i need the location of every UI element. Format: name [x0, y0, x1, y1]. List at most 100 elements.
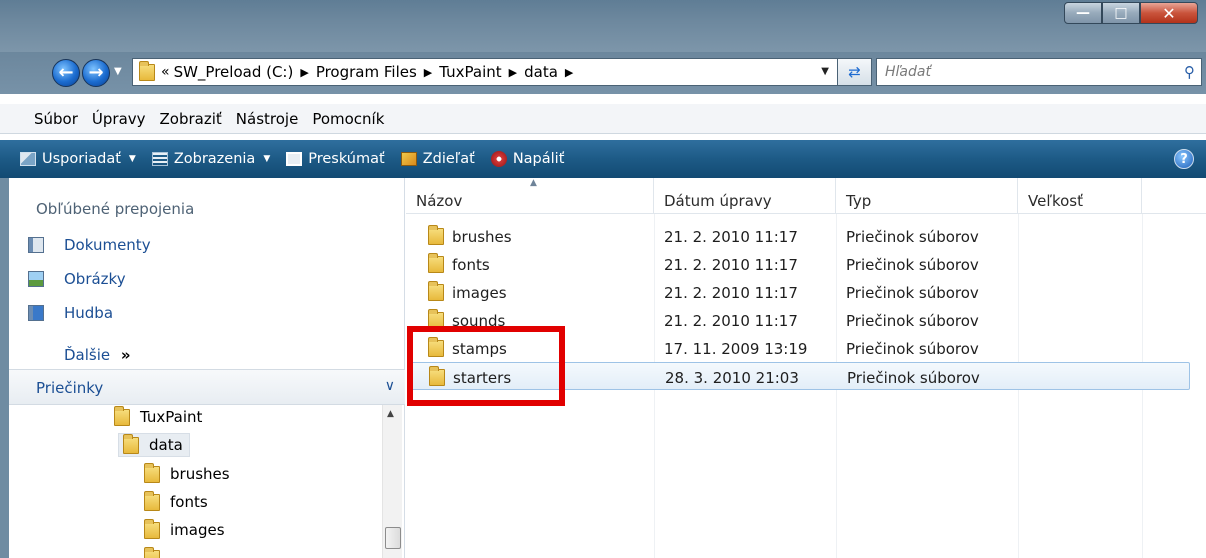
file-modified: 21. 2. 2010 11:17 [664, 228, 798, 246]
folders-header-label: Priečinky [36, 379, 104, 397]
file-row-stamps[interactable]: stamps 17. 11. 2009 13:19 Priečinok súbo… [410, 334, 1190, 362]
window-border [0, 178, 9, 558]
folder-icon [144, 490, 160, 511]
breadcrumb-data[interactable]: data [524, 63, 558, 81]
favorite-pictures[interactable]: Obrázky [28, 270, 126, 288]
file-row-sounds[interactable]: sounds 21. 2. 2010 11:17 Priečinok súbor… [410, 306, 1190, 334]
breadcrumb-drive[interactable]: SW_Preload (C:) [174, 63, 294, 81]
breadcrumb-separator-icon[interactable]: ▶ [300, 66, 308, 79]
menu-edit[interactable]: Úpravy [92, 110, 146, 128]
tree-item-label: brushes [170, 465, 230, 483]
chevron-down-icon: ▼ [263, 154, 271, 164]
folder-icon [139, 60, 155, 81]
tree-item-brushes[interactable]: brushes [144, 462, 230, 483]
column-name-label: Názov [416, 192, 463, 210]
close-button[interactable]: ✕ [1140, 2, 1198, 24]
column-size-label: Veľkosť [1028, 192, 1083, 210]
breadcrumb-tuxpaint[interactable]: TuxPaint [439, 63, 501, 81]
forward-button[interactable]: → [82, 59, 110, 87]
column-modified[interactable]: Dátum úpravy [654, 178, 836, 214]
favorite-pictures-label: Obrázky [64, 270, 126, 288]
favorite-music[interactable]: Hudba [28, 304, 113, 322]
menu-file[interactable]: Súbor [34, 110, 78, 128]
scroll-up-icon[interactable]: ▲ [387, 409, 394, 419]
search-icon[interactable]: ⚲ [1184, 63, 1195, 81]
burn-disc-icon [490, 151, 507, 167]
breadcrumb-separator-icon[interactable]: ▶ [509, 66, 517, 79]
file-row-starters[interactable]: starters 28. 3. 2010 21:03 Priečinok súb… [410, 362, 1190, 390]
breadcrumb: « SW_Preload (C:) ▶ Program Files ▶ TuxP… [161, 63, 580, 81]
menu-help[interactable]: Pomocník [312, 110, 384, 128]
help-icon[interactable]: ? [1174, 149, 1194, 169]
file-type: Priečinok súborov [846, 284, 979, 302]
sort-ascending-icon: ▲ [530, 178, 537, 188]
minimize-button[interactable]: — [1064, 2, 1102, 24]
tree-item-label: TuxPaint [140, 408, 203, 426]
favorite-links-header: Obľúbené prepojenia [36, 200, 195, 218]
share-label: Zdieľať [422, 151, 475, 167]
address-bar[interactable]: « SW_Preload (C:) ▶ Program Files ▶ TuxP… [132, 58, 838, 86]
column-size[interactable]: Veľkosť [1018, 178, 1142, 214]
tree-item-label: images [170, 521, 225, 539]
file-type: Priečinok súborov [846, 228, 979, 246]
tree-item-label: data [149, 436, 183, 454]
scrollbar-thumb[interactable] [385, 527, 401, 549]
maximize-button[interactable]: □ [1102, 2, 1140, 24]
arrow-right-icon: → [88, 62, 104, 83]
breadcrumb-overflow[interactable]: « [161, 64, 170, 80]
organize-button[interactable]: Usporiadať ▼ [20, 151, 136, 167]
explore-button[interactable]: Preskúmať [286, 151, 385, 167]
breadcrumb-separator-icon[interactable]: ▶ [565, 66, 573, 79]
tree-item-label: fonts [170, 493, 208, 511]
chevron-down-icon: ∨ [384, 378, 395, 394]
refresh-icon: ⇄ [848, 63, 861, 81]
menu-view[interactable]: Zobraziť [160, 110, 222, 128]
chevron-down-icon: ▼ [128, 154, 136, 164]
file-row-brushes[interactable]: brushes 21. 2. 2010 11:17 Priečinok súbo… [410, 222, 1190, 250]
tree-item-images[interactable]: images [144, 518, 225, 539]
tree-item-partial[interactable] [144, 547, 170, 558]
menu-bar: Súbor Úpravy Zobraziť Nástroje Pomocník [0, 104, 1206, 134]
file-modified: 17. 11. 2009 13:19 [664, 340, 808, 358]
burn-button[interactable]: Napáliť [490, 151, 564, 167]
column-name[interactable]: Názov ▲ [406, 178, 654, 214]
file-name: sounds [452, 312, 506, 330]
folders-header[interactable]: Priečinky ∨ [9, 369, 405, 405]
views-button[interactable]: Zobrazenia ▼ [151, 151, 271, 167]
column-headers: Názov ▲ Dátum úpravy Typ Veľkosť [406, 178, 1206, 214]
file-type: Priečinok súborov [846, 312, 979, 330]
breadcrumb-program-files[interactable]: Program Files [316, 63, 417, 81]
tree-item-fonts[interactable]: fonts [144, 490, 208, 511]
search-box: ⚲ [876, 58, 1202, 86]
more-links-button[interactable]: Ďalšie » [64, 346, 131, 364]
pictures-icon [28, 271, 44, 287]
folder-tree-scrollbar[interactable]: ▲ [382, 405, 402, 558]
tree-item-data[interactable]: data [118, 433, 190, 457]
file-name: starters [453, 369, 512, 387]
favorite-documents[interactable]: Dokumenty [28, 236, 151, 254]
file-modified: 21. 2. 2010 11:17 [664, 312, 798, 330]
folder-icon [428, 225, 444, 245]
breadcrumb-separator-icon[interactable]: ▶ [424, 66, 432, 79]
search-input[interactable] [885, 64, 1165, 80]
recent-pages-dropdown[interactable]: ▼ [114, 66, 122, 77]
command-toolbar: Usporiadať ▼ Zobrazenia ▼ Preskúmať Zdie… [0, 140, 1206, 178]
file-name: fonts [452, 256, 490, 274]
share-button[interactable]: Zdieľať [400, 151, 475, 167]
share-icon [400, 152, 417, 166]
folder-icon [428, 309, 444, 329]
file-row-fonts[interactable]: fonts 21. 2. 2010 11:17 Priečinok súboro… [410, 250, 1190, 278]
column-type[interactable]: Typ [836, 178, 1018, 214]
file-row-images[interactable]: images 21. 2. 2010 11:17 Priečinok súbor… [410, 278, 1190, 306]
refresh-button[interactable]: ⇄ [838, 58, 872, 86]
file-type: Priečinok súborov [846, 340, 979, 358]
folder-icon [428, 281, 444, 301]
back-button[interactable]: ← [52, 59, 80, 87]
folder-icon [144, 462, 160, 483]
address-history-dropdown[interactable]: ▼ [821, 66, 829, 77]
tree-item-tuxpaint[interactable]: TuxPaint [114, 405, 203, 426]
organize-label: Usporiadať [42, 151, 121, 167]
address-row: ← → ▼ « SW_Preload (C:) ▶ Program Files … [0, 52, 1206, 94]
menu-tools[interactable]: Nástroje [236, 110, 299, 128]
folder-icon [428, 253, 444, 273]
